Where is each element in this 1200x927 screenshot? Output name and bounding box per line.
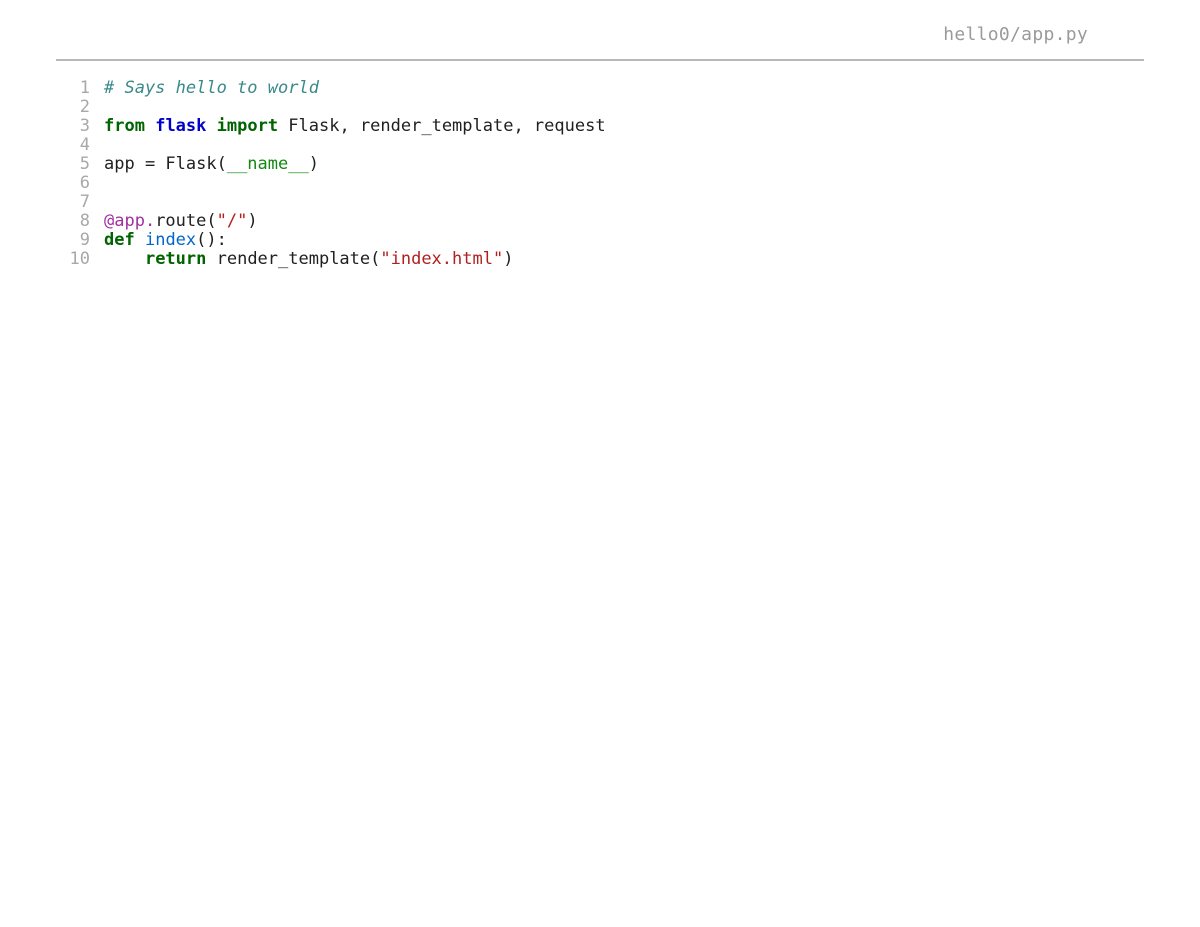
code-token: app = Flask( bbox=[104, 154, 227, 174]
line-number: 1 bbox=[56, 79, 90, 98]
code-token: "/" bbox=[217, 211, 248, 231]
code-token: flask bbox=[155, 116, 206, 136]
line-number: 8 bbox=[56, 212, 90, 231]
code-line: 4 bbox=[56, 136, 1144, 155]
line-number: 10 bbox=[56, 250, 90, 269]
code-token: (): bbox=[196, 230, 227, 250]
code-token: ) bbox=[309, 154, 319, 174]
code-line: 10 return render_template("index.html") bbox=[56, 250, 1144, 269]
line-number: 7 bbox=[56, 193, 90, 212]
code-line: 2 bbox=[56, 98, 1144, 117]
file-header: hello0/app.py bbox=[56, 0, 1144, 61]
code-token: Flask, render_template, request bbox=[278, 116, 606, 136]
code-content: return render_template("index.html") bbox=[90, 250, 513, 269]
line-number: 2 bbox=[56, 98, 90, 117]
code-token: ) bbox=[503, 249, 513, 269]
code-line: 3from flask import Flask, render_templat… bbox=[56, 117, 1144, 136]
line-number: 4 bbox=[56, 136, 90, 155]
code-line: 6 bbox=[56, 174, 1144, 193]
code-line: 1 # Says hello to world bbox=[56, 79, 1144, 98]
line-number: 9 bbox=[56, 231, 90, 250]
code-token: "index.html" bbox=[380, 249, 503, 269]
code-content: app = Flask(__name__) bbox=[90, 155, 319, 174]
code-line: 8@app.route("/") bbox=[56, 212, 1144, 231]
code-token bbox=[145, 116, 155, 136]
code-token: route( bbox=[155, 211, 216, 231]
code-content bbox=[90, 98, 104, 117]
code-content: @app.route("/") bbox=[90, 212, 258, 231]
code-content bbox=[90, 136, 104, 155]
code-token: import bbox=[217, 116, 278, 136]
code-token: from bbox=[104, 116, 145, 136]
code-content bbox=[90, 193, 104, 212]
code-token: index bbox=[145, 230, 196, 250]
code-token bbox=[206, 116, 216, 136]
code-area: 1# Says hello to world23from flask impor… bbox=[0, 61, 1200, 269]
line-number: 3 bbox=[56, 117, 90, 136]
code-content: def index(): bbox=[90, 231, 227, 250]
line-number: 5 bbox=[56, 155, 90, 174]
code-token: ) bbox=[247, 211, 257, 231]
code-token: return bbox=[145, 249, 206, 269]
code-token: @app. bbox=[104, 211, 155, 231]
code-content: # Says hello to world bbox=[90, 79, 319, 98]
code-line: 5app = Flask(__name__) bbox=[56, 155, 1144, 174]
code-token: render_template( bbox=[206, 249, 380, 269]
code-line: 9def index(): bbox=[56, 231, 1144, 250]
code-content bbox=[90, 174, 104, 193]
code-token: def bbox=[104, 230, 135, 250]
line-number: 6 bbox=[56, 174, 90, 193]
code-line: 7 bbox=[56, 193, 1144, 212]
code-token: __name__ bbox=[227, 154, 309, 174]
code-content: from flask import Flask, render_template… bbox=[90, 117, 606, 136]
code-token bbox=[135, 230, 145, 250]
code-token bbox=[104, 249, 145, 269]
file-path: hello0/app.py bbox=[943, 24, 1088, 45]
code-token: # Says hello to world bbox=[104, 78, 319, 98]
